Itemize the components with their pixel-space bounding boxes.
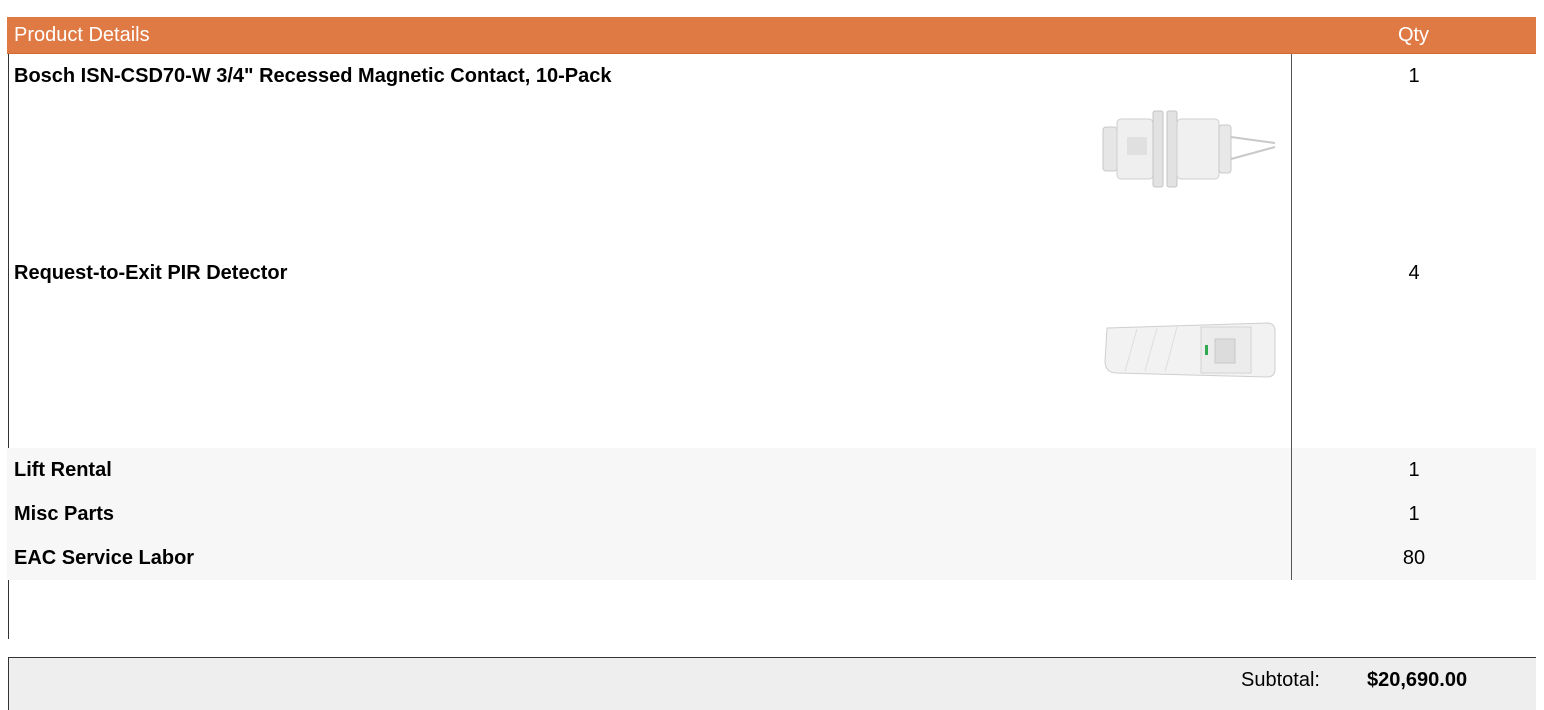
product-name: Bosch ISN-CSD70-W 3/4" Recessed Magnetic… — [14, 65, 612, 87]
product-qty: 4 — [1408, 262, 1420, 284]
product-name: Request-to-Exit PIR Detector — [14, 262, 288, 284]
table-row: EAC Service Labor 80 — [7, 536, 1536, 580]
product-name: Lift Rental — [14, 458, 112, 481]
subtotal-value: $20,690.00 — [1367, 669, 1468, 691]
product-name: Misc Parts — [14, 502, 115, 525]
table-row: Bosch ISN-CSD70-W 3/4" Recessed Magnetic… — [7, 54, 1536, 251]
table-header: Product Details Qty — [7, 17, 1536, 54]
table-row: Request-to-Exit PIR Detector 4 — [7, 251, 1536, 448]
table-row: Misc Parts 1 — [7, 492, 1536, 536]
product-qty: 1 — [1408, 65, 1420, 87]
product-name: EAC Service Labor — [14, 546, 195, 569]
table-row: Lift Rental 1 — [7, 448, 1536, 492]
subtotal-bar: Subtotal: $20,690.00 — [8, 657, 1536, 710]
product-details-header: Product Details — [14, 23, 150, 46]
product-image-pir-detector — [1097, 283, 1277, 413]
qty-header: Qty — [1397, 23, 1430, 46]
product-image-magnetic-contact — [1097, 59, 1277, 239]
subtotal-label: Subtotal: — [1241, 669, 1320, 691]
product-qty: 80 — [1291, 536, 1536, 580]
product-qty: 1 — [1291, 492, 1536, 536]
quote-line-items-table: Product Details Qty Bosch ISN-CSD70-W 3/… — [7, 17, 1536, 580]
product-qty: 1 — [1291, 448, 1536, 492]
